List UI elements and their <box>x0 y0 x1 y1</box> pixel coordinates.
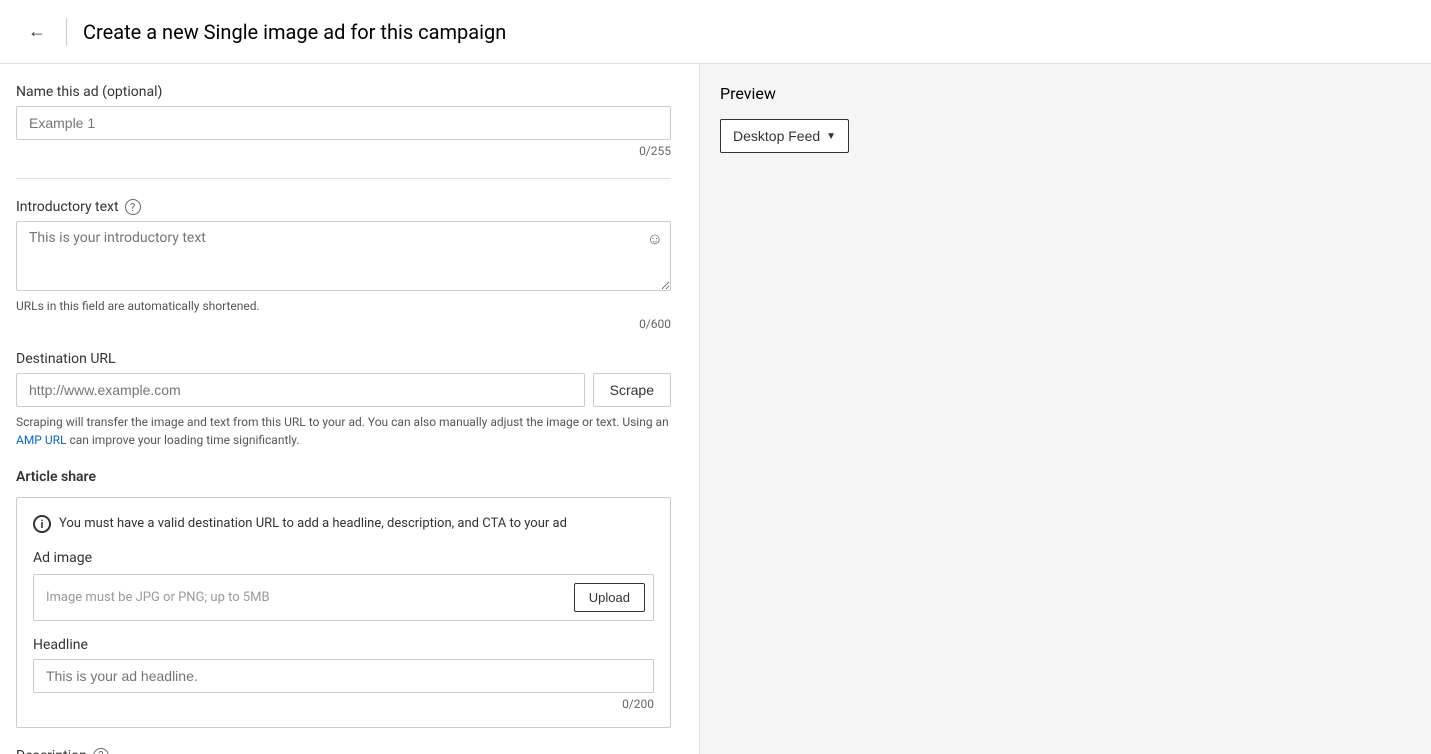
headline-group: Headline 0/200 <box>33 637 654 711</box>
destination-url-row: Scrape <box>16 373 671 407</box>
introductory-text-help-icon[interactable]: ? <box>125 199 141 215</box>
introductory-textarea-wrapper: ☺ <box>16 221 671 295</box>
introductory-text-input[interactable] <box>16 221 671 291</box>
preview-dropdown[interactable]: Desktop Feed ▼ <box>720 119 849 153</box>
chevron-down-icon: ▼ <box>826 131 836 142</box>
main-layout: Name this ad (optional) 0/255 Introducto… <box>0 64 1431 754</box>
destination-url-input[interactable] <box>16 373 585 407</box>
amp-url-link[interactable]: AMP URL <box>16 433 67 447</box>
info-text: You must have a valid destination URL to… <box>59 514 567 534</box>
description-label: Description ? <box>16 748 671 754</box>
destination-url-label: Destination URL <box>16 351 671 367</box>
description-help-icon[interactable]: ? <box>93 748 109 754</box>
preview-dropdown-label: Desktop Feed <box>733 128 820 144</box>
emoji-icon[interactable]: ☺ <box>647 229 663 249</box>
name-input[interactable] <box>16 106 671 140</box>
page-header: ← Create a new Single image ad for this … <box>0 0 1431 64</box>
headline-char-count: 0/200 <box>33 697 654 711</box>
left-panel: Name this ad (optional) 0/255 Introducto… <box>0 64 700 754</box>
preview-title: Preview <box>720 84 1411 103</box>
page-title: Create a new Single image ad for this ca… <box>83 20 506 44</box>
introductory-text-label: Introductory text ? <box>16 199 671 215</box>
info-banner: i You must have a valid destination URL … <box>33 514 654 534</box>
url-note: URLs in this field are automatically sho… <box>16 299 671 313</box>
name-field-group: Name this ad (optional) 0/255 <box>16 84 671 158</box>
upload-placeholder: Image must be JPG or PNG; up to 5MB <box>46 590 574 605</box>
description-group: Description ? <box>16 748 671 754</box>
header-divider <box>66 18 67 46</box>
introductory-char-count: 0/600 <box>16 317 671 331</box>
destination-url-group: Destination URL Scrape Scraping will tra… <box>16 351 671 449</box>
introductory-text-group: Introductory text ? ☺ URLs in this field… <box>16 199 671 331</box>
scrape-button[interactable]: Scrape <box>593 373 671 407</box>
upload-row: Image must be JPG or PNG; up to 5MB Uplo… <box>33 574 654 621</box>
article-share-box: i You must have a valid destination URL … <box>16 497 671 728</box>
ad-image-label: Ad image <box>33 550 654 566</box>
info-icon: i <box>33 515 51 533</box>
upload-button[interactable]: Upload <box>574 583 645 612</box>
name-label: Name this ad (optional) <box>16 84 671 100</box>
name-char-count: 0/255 <box>16 144 671 158</box>
headline-input[interactable] <box>33 659 654 693</box>
scrape-note: Scraping will transfer the image and tex… <box>16 413 671 449</box>
right-panel: Preview Desktop Feed ▼ <box>700 64 1431 754</box>
article-share-title: Article share <box>16 469 671 485</box>
headline-label: Headline <box>33 637 654 653</box>
back-button[interactable]: ← <box>20 17 54 46</box>
divider-1 <box>16 178 671 179</box>
article-share-group: Article share i You must have a valid de… <box>16 469 671 728</box>
